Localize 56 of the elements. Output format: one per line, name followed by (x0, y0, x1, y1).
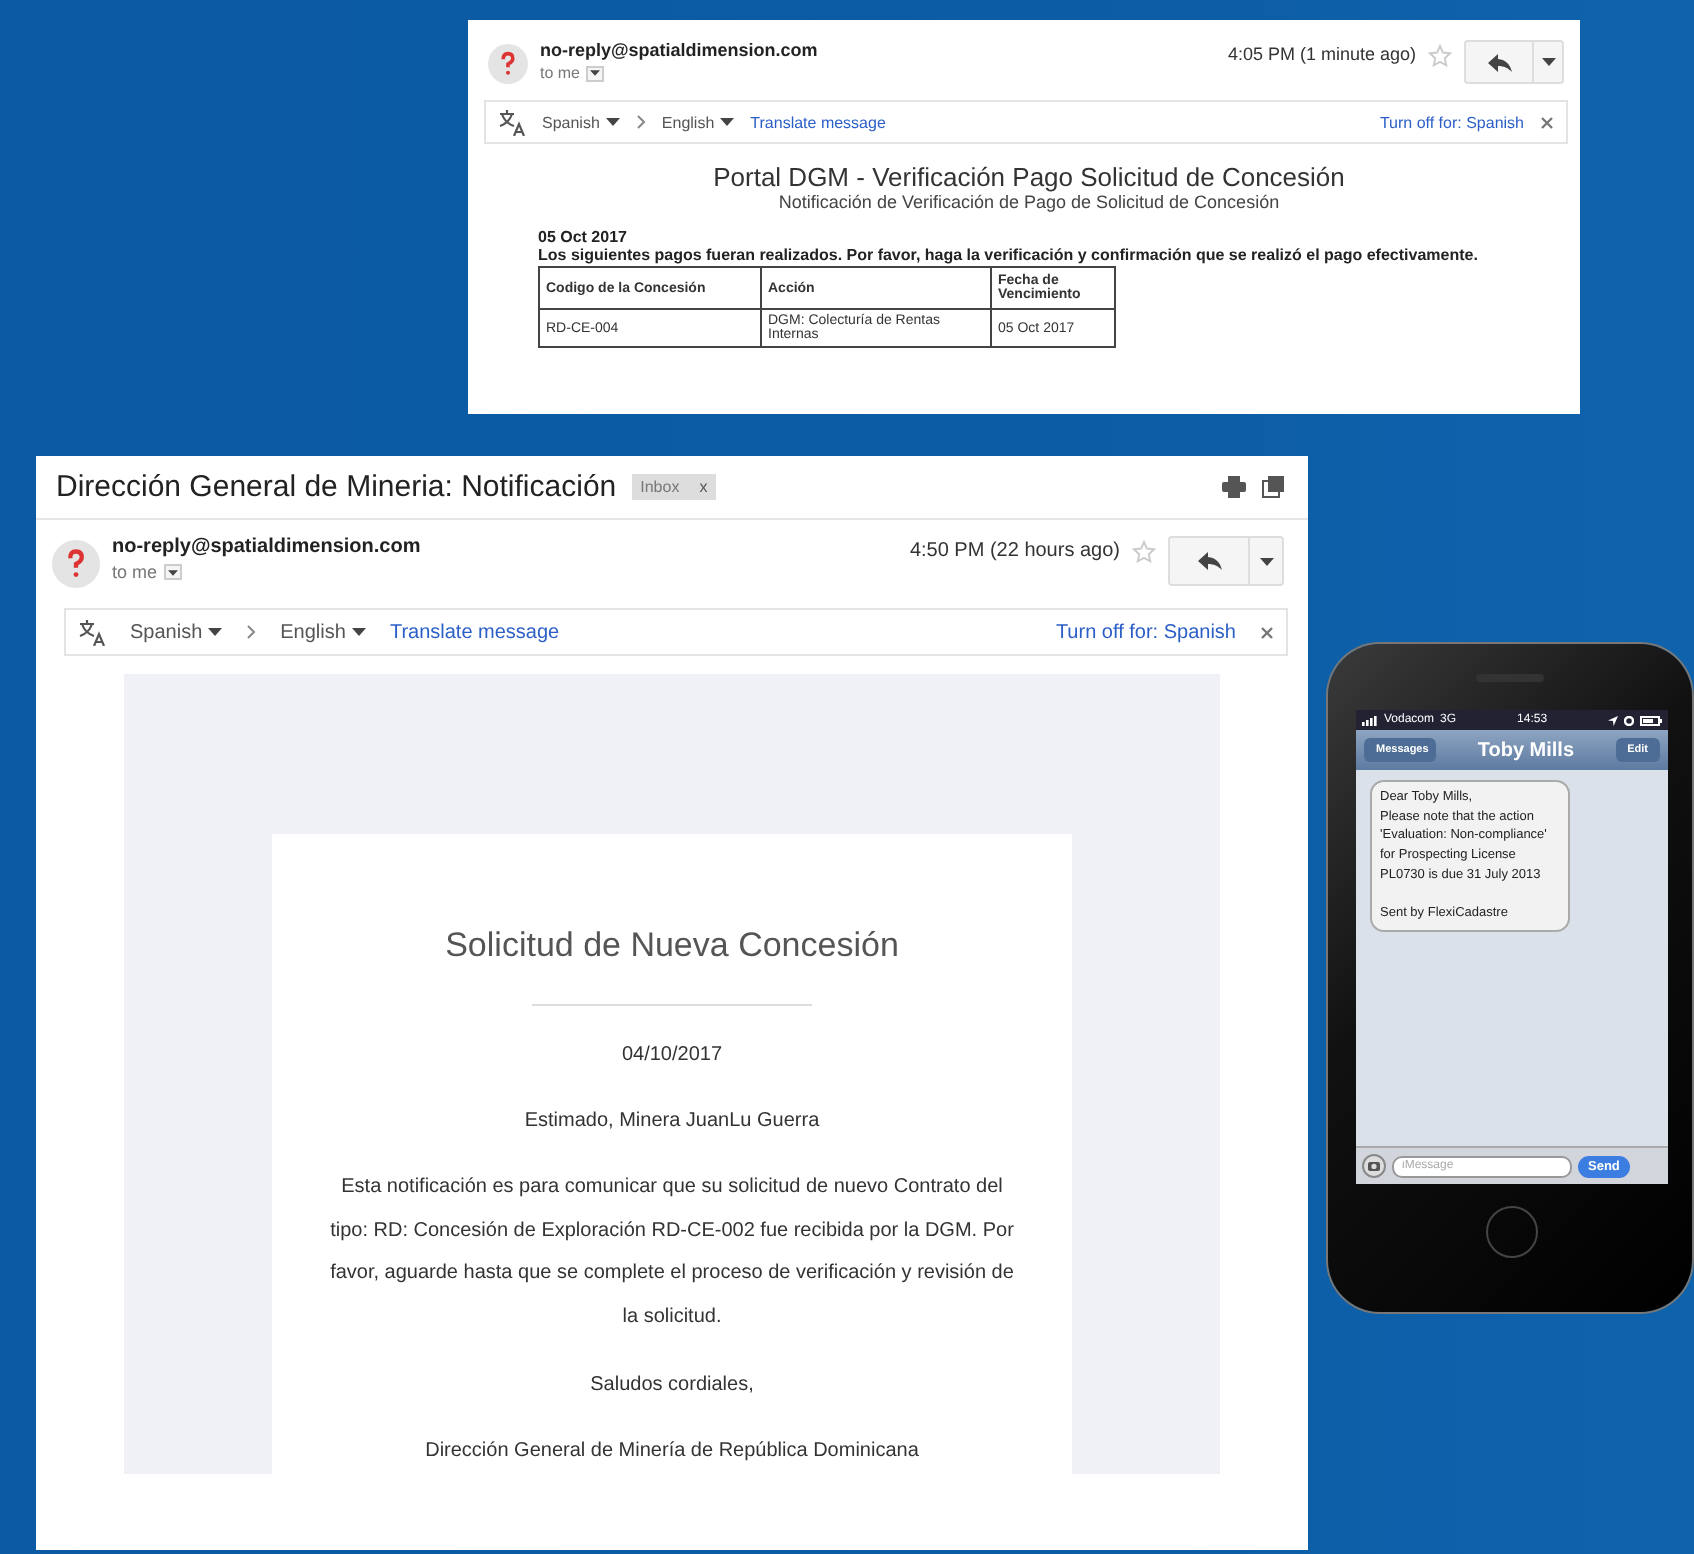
star-icon[interactable] (1428, 44, 1452, 68)
turn-off-link[interactable]: Turn off for: Spanish (1055, 621, 1236, 643)
message-heading: Solicitud de Nueva Concesión (445, 926, 899, 966)
timestamp: 4:50 PM (22 hours ago) (909, 540, 1120, 562)
email-date: 05 Oct 2017 (538, 228, 629, 246)
email-subtitle: Notificación de Verificación de Pago de Solicitud de Concesión (776, 192, 1282, 212)
caret-icon (167, 569, 178, 575)
caret-icon (208, 628, 223, 636)
signal-icon (1362, 715, 1378, 725)
email-subject: Dirección General de Mineria: Notificación (56, 470, 617, 504)
inbox-label[interactable]: Inbox x (632, 474, 716, 500)
caret-icon (720, 118, 735, 126)
details-dropdown[interactable] (586, 65, 605, 81)
signature-text: Dirección General de Minería de República Dominicana (425, 1438, 919, 1466)
email-title: Portal DGM - Verificación Pago Solicitud de Concesión (711, 162, 1347, 192)
closing-text: Saludos cordiales, (590, 1372, 754, 1400)
greeting-text: Estimado, Minera JuanLu Guerra (524, 1108, 820, 1136)
caret-icon (351, 628, 366, 636)
caret-icon (605, 118, 620, 126)
target-language-dropdown[interactable]: English (280, 621, 366, 643)
email-message: Los siguientes pagos fueran realizados. Por favor, haga la verificación y confirmación que se realizó el pago efectivamente. (538, 246, 1480, 264)
location-arrow-icon (1608, 715, 1618, 725)
message-paragraph: Esta notificación es para comunicar que su solicitud de nuevo Contrato del tipo: RD: Concesión de Exploración RD-CE-002 fue recibida por la DGM. Por favor, aguarde hasta que se complete el proceso de verificación y revisión de la solicitud. (328, 1174, 1016, 1331)
translate-icon (498, 108, 526, 136)
sender-address: no-reply@spatialdimension.com (112, 536, 423, 558)
caret-icon (1259, 557, 1273, 565)
recipient-text: to me (540, 64, 581, 82)
caret-icon (1541, 58, 1555, 66)
new-window-icon[interactable] (1262, 476, 1284, 498)
lock-rotation-icon (1624, 715, 1634, 725)
reply-icon (1197, 552, 1221, 570)
recipient-text: to me (112, 562, 158, 582)
star-icon[interactable] (1132, 540, 1156, 564)
message-date: 04/10/2017 (621, 1042, 723, 1070)
source-language-dropdown[interactable]: Spanish (542, 113, 620, 131)
avatar-icon (488, 44, 528, 84)
avatar-icon (52, 540, 100, 588)
camera-icon[interactable] (1362, 1154, 1386, 1178)
source-language-dropdown[interactable]: Spanish (130, 621, 223, 643)
caret-icon (590, 70, 601, 76)
reply-icon (1487, 53, 1511, 71)
target-language-dropdown[interactable]: English (661, 113, 735, 131)
translate-link[interactable]: Translate message (750, 113, 886, 131)
sender-address: no-reply@spatialdimension.com (540, 40, 820, 60)
battery-icon (1640, 715, 1662, 725)
close-icon[interactable] (1260, 625, 1274, 639)
remove-label-button[interactable]: x (699, 478, 708, 496)
chevron-right-icon (635, 114, 646, 130)
translate-icon (78, 618, 106, 646)
translate-link[interactable]: Translate message (389, 621, 560, 643)
contact-name: Toby Mills (1477, 739, 1575, 761)
timestamp: 4:05 PM (1 minute ago) (1227, 44, 1416, 64)
chevron-right-icon (246, 624, 257, 640)
turn-off-link[interactable]: Turn off for: Spanish (1379, 113, 1524, 131)
details-dropdown[interactable] (163, 564, 182, 580)
close-icon[interactable] (1540, 115, 1554, 129)
